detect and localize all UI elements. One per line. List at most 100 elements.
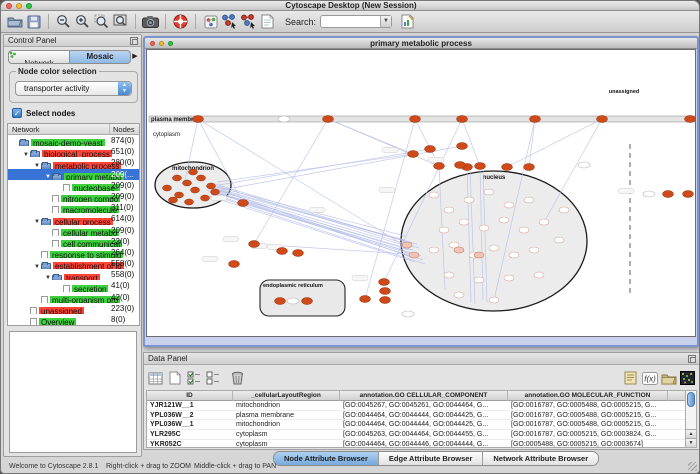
tree-item[interactable]: ▼cellular process614(0) xyxy=(8,213,139,224)
table-row[interactable]: YKR052Ccytoplasm[GO:0044464, GO:0044446,… xyxy=(147,440,685,448)
network-node[interactable] xyxy=(474,277,484,283)
network-node[interactable] xyxy=(197,175,206,181)
network-node[interactable] xyxy=(193,116,204,123)
table-row[interactable]: YLR295Ccytoplasm[GO:0045263, GO:0044464,… xyxy=(147,430,685,440)
network-edge[interactable] xyxy=(221,146,462,190)
tree-item[interactable]: unassigned223(0) xyxy=(8,303,139,314)
label-icon[interactable] xyxy=(621,369,640,388)
network-node[interactable] xyxy=(293,250,304,257)
column-header[interactable] xyxy=(668,391,686,401)
zoom-selected-icon[interactable] xyxy=(92,12,111,31)
network-node[interactable] xyxy=(597,116,608,123)
tree-item[interactable]: ▼establishment of lo558(0) xyxy=(8,258,139,269)
network-node[interactable] xyxy=(683,191,694,198)
table-row[interactable]: YPL036W__1mitochondrion[GO:0044464, GO:0… xyxy=(147,420,685,430)
network-node[interactable] xyxy=(302,298,313,305)
network-graph[interactable]: plasma membranecytoplasmmitochondrionnuc… xyxy=(147,50,695,336)
network-window-titlebar[interactable]: primary metabolic process xyxy=(145,38,697,49)
network-node[interactable] xyxy=(643,191,655,197)
network-node[interactable] xyxy=(238,200,249,207)
network-edge[interactable] xyxy=(217,154,413,182)
network-edge[interactable] xyxy=(215,196,425,264)
table-row[interactable]: YJR121W__1mitochondrion[GO:0045267, GO:0… xyxy=(147,401,685,411)
column-header[interactable]: annotation.GO MOLECULAR_FUNCTION xyxy=(508,391,668,401)
network-node[interactable] xyxy=(408,151,419,158)
network-node[interactable] xyxy=(277,248,288,255)
column-header[interactable]: annotation.GO CELLULAR_COMPONENT xyxy=(340,391,508,401)
network-node[interactable] xyxy=(207,183,216,189)
save-icon[interactable] xyxy=(24,12,43,31)
network-node[interactable] xyxy=(502,164,513,171)
tab-mosaic[interactable]: Mosaic xyxy=(70,50,131,64)
network-node[interactable] xyxy=(323,116,334,123)
vizmapper-icon[interactable] xyxy=(201,12,220,31)
network-node[interactable] xyxy=(559,207,569,213)
network-node[interactable] xyxy=(360,296,371,303)
float-panel-icon[interactable] xyxy=(130,37,138,45)
table-vertical-scrollbar[interactable]: ▲ ▼ xyxy=(685,390,697,448)
network-node[interactable] xyxy=(539,219,549,225)
network-node[interactable] xyxy=(457,143,468,150)
network-node[interactable] xyxy=(475,163,486,170)
resize-grip[interactable] xyxy=(688,462,697,471)
network-node[interactable] xyxy=(380,297,391,304)
column-header[interactable]: _cellularLayoutRegion xyxy=(233,391,340,401)
tree-item[interactable]: cell communicat22(0) xyxy=(8,236,139,247)
network-node[interactable] xyxy=(524,164,535,171)
network-node[interactable] xyxy=(402,311,414,317)
scroll-up-icon[interactable]: ▲ xyxy=(686,429,696,438)
network-node[interactable] xyxy=(530,116,541,123)
network-node[interactable] xyxy=(229,261,240,268)
help-icon[interactable] xyxy=(171,12,190,31)
tree-item[interactable]: ▼metabolic process280(0) xyxy=(8,157,139,168)
scrollbar-thumb[interactable] xyxy=(687,392,695,407)
network-edge[interactable] xyxy=(254,119,328,244)
network-node[interactable] xyxy=(455,162,466,169)
network-node[interactable] xyxy=(484,189,494,195)
search-input[interactable]: ▼ xyxy=(320,15,392,28)
network-node[interactable] xyxy=(425,146,436,153)
network-node[interactable] xyxy=(183,180,192,186)
network-node[interactable] xyxy=(163,185,172,191)
network-node[interactable] xyxy=(409,252,419,258)
network-node[interactable] xyxy=(479,225,489,231)
select-network-edges-icon[interactable] xyxy=(239,12,258,31)
network-node[interactable] xyxy=(173,175,182,181)
network-canvas[interactable]: plasma membranecytoplasmmitochondrionnuc… xyxy=(146,49,696,337)
network-node[interactable] xyxy=(554,237,564,243)
network-node[interactable] xyxy=(663,191,674,198)
tree-item[interactable]: secretion41(0) xyxy=(8,280,139,291)
search-dropdown-icon[interactable]: ▼ xyxy=(380,16,391,27)
network-node[interactable] xyxy=(380,288,391,295)
network-node[interactable] xyxy=(519,227,529,233)
network-node[interactable] xyxy=(169,197,178,203)
network-node[interactable] xyxy=(474,252,484,258)
network-node[interactable] xyxy=(464,197,474,203)
network-node[interactable] xyxy=(429,192,439,198)
network-node[interactable] xyxy=(249,241,260,248)
tree-item[interactable]: ▼transport558(0) xyxy=(8,269,139,280)
attribute-table-icon[interactable] xyxy=(146,369,165,388)
tree-item[interactable]: nitrogen compo209(0) xyxy=(8,191,139,202)
network-edge[interactable] xyxy=(365,119,415,299)
delete-attribute-icon[interactable] xyxy=(228,369,247,388)
open-icon[interactable] xyxy=(5,12,24,31)
tree-item[interactable]: Overview8(0) xyxy=(8,314,139,325)
network-node[interactable] xyxy=(211,189,220,195)
network-node[interactable] xyxy=(379,279,390,286)
network-edge[interactable] xyxy=(211,188,417,244)
network-node[interactable] xyxy=(175,192,184,198)
network-node[interactable] xyxy=(444,272,454,278)
network-node[interactable] xyxy=(459,219,469,225)
new-attribute-icon[interactable] xyxy=(165,369,184,388)
network-node[interactable] xyxy=(439,227,449,233)
network-node[interactable] xyxy=(504,275,514,281)
network-node[interactable] xyxy=(509,252,519,258)
zoom-in-icon[interactable] xyxy=(73,12,92,31)
network-node[interactable] xyxy=(275,298,286,305)
network-edge[interactable] xyxy=(507,119,602,167)
network-node[interactable] xyxy=(499,217,509,223)
import-attributes-icon[interactable] xyxy=(659,369,678,388)
network-node[interactable] xyxy=(434,163,445,170)
network-node[interactable] xyxy=(185,199,194,205)
